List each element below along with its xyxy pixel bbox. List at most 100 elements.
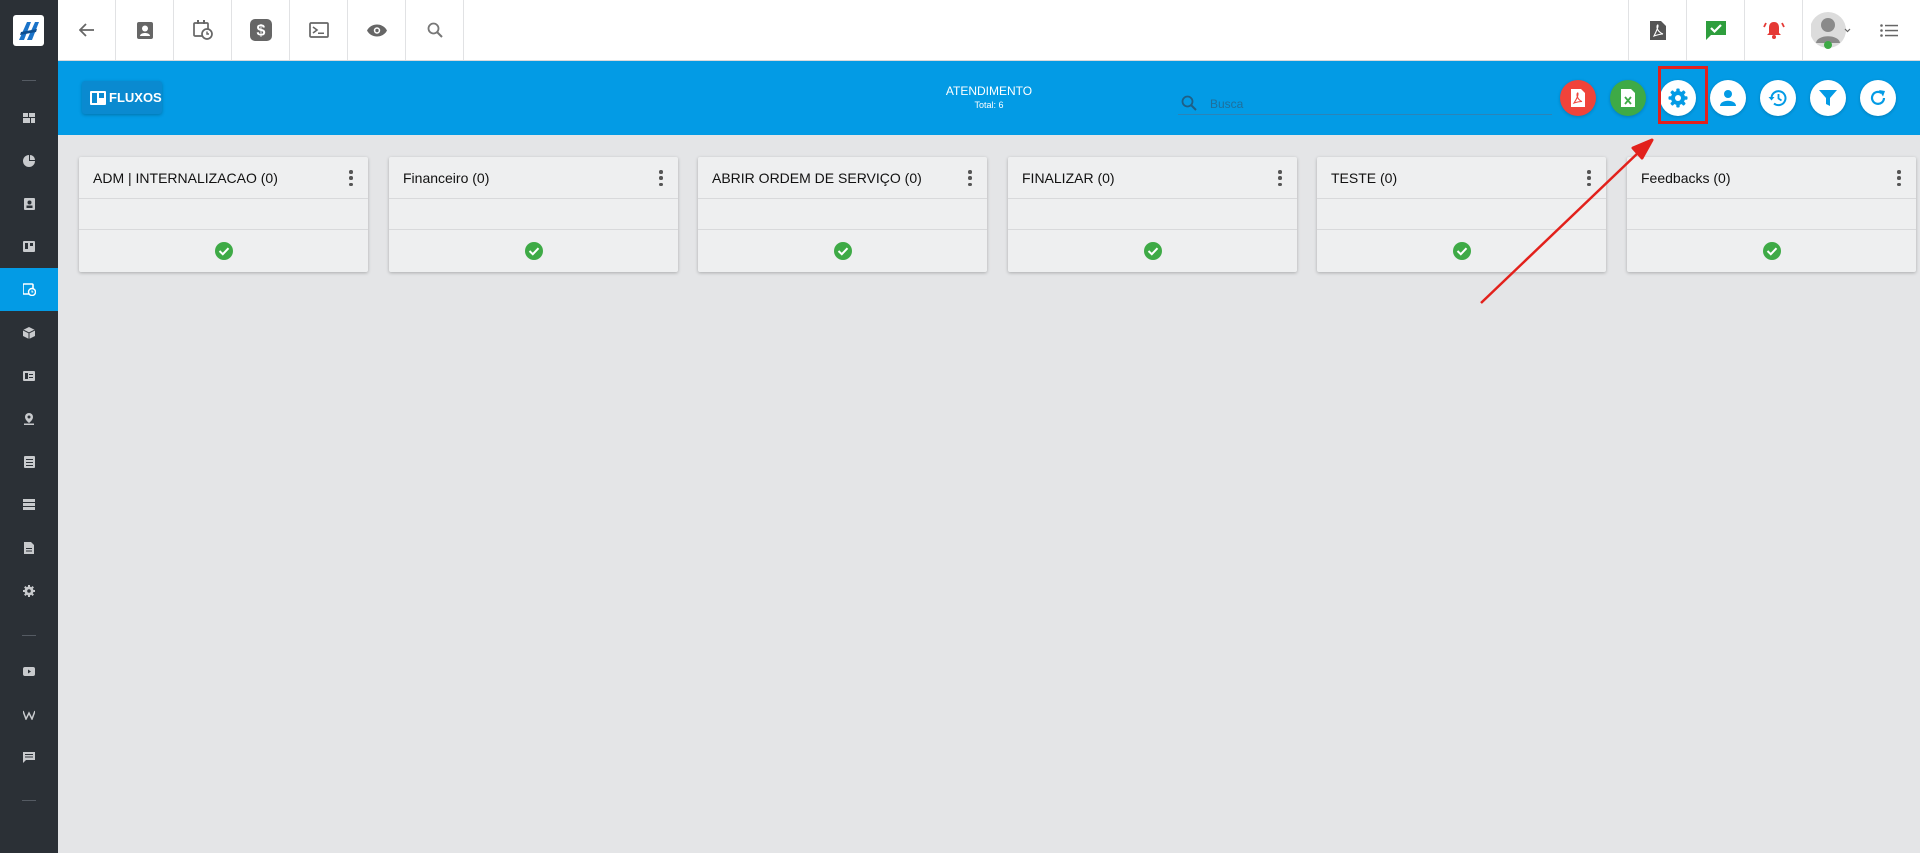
logo-icon [18,21,39,40]
calendar-clock-icon [22,283,36,296]
sidebar-item-products[interactable] [0,311,58,354]
svg-text:$: $ [256,23,265,40]
chat-icon [23,752,35,763]
map-pin-icon [24,412,34,425]
main-menu-button[interactable] [1858,0,1920,60]
search-icon [1181,95,1197,111]
check-circle-icon[interactable] [1452,241,1471,260]
refresh-icon [1870,90,1886,105]
column-header: ABRIR ORDEM DE SERVIÇO (0) [698,157,987,199]
terminal-button[interactable] [290,0,348,60]
column-header: FINALIZAR (0) [1008,157,1297,199]
column-title: Financeiro (0) [403,169,490,186]
sidebar-item-wiki[interactable] [0,693,58,736]
export-pdf-icon [1571,89,1585,107]
back-arrow-icon [78,23,94,37]
messages-button[interactable] [1686,0,1744,60]
server-icon [23,499,35,510]
export-pdf-button[interactable] [1560,80,1596,116]
sidebar-item-chat[interactable] [0,736,58,779]
check-circle-icon[interactable] [524,241,543,260]
column-footer [389,230,678,271]
view-button[interactable] [348,0,406,60]
column-title: ABRIR ORDEM DE SERVIÇO (0) [712,169,922,186]
sidebar-item-youtube[interactable] [0,650,58,693]
sidebar-item-atendimento[interactable] [0,268,58,311]
sidebar-item-dashboard[interactable] [0,96,58,139]
column-header: Financeiro (0) [389,157,678,199]
alarm-bell-icon [1762,22,1785,39]
column-menu-button[interactable] [658,170,664,186]
sidebar [0,0,58,853]
sidebar-item-kanban[interactable] [0,225,58,268]
column-menu-button[interactable] [348,170,354,186]
finance-button[interactable]: $ [232,0,290,60]
check-circle-icon[interactable] [1762,241,1781,260]
search-box [1178,93,1552,115]
pdf-icon [1649,20,1666,40]
search-icon [427,22,443,38]
export-excel-button[interactable] [1610,80,1646,116]
calendar-clock-icon [192,20,213,40]
history-button[interactable] [1760,80,1796,116]
document-icon [24,541,34,554]
chat-check-icon [1705,20,1726,40]
eye-icon [366,24,387,36]
schedule-button[interactable] [174,0,232,60]
terminal-icon [308,22,329,38]
sidebar-item-list[interactable] [0,440,58,483]
settings-highlight-box [1658,66,1708,124]
column-cards-area [389,199,678,230]
column-menu-button[interactable] [1586,170,1592,186]
board-column[interactable]: FINALIZAR (0) [1008,157,1297,272]
pdf-report-button[interactable] [1628,0,1686,60]
column-menu-button[interactable] [1277,170,1283,186]
sidebar-divider [22,635,36,636]
board-header: FLUXOS ATENDIMENTO Total: 6 [58,61,1920,135]
dashboard-icon [23,112,35,123]
menu-list-icon [1880,23,1898,37]
sidebar-item-settings[interactable] [0,569,58,612]
column-header: TESTE (0) [1317,157,1606,199]
sidebar-item-documents[interactable] [0,526,58,569]
kanban-icon [23,241,35,252]
check-circle-icon[interactable] [1143,241,1162,260]
board-column[interactable]: ABRIR ORDEM DE SERVIÇO (0) [698,157,987,272]
column-cards-area [1627,199,1916,230]
check-circle-icon[interactable] [833,241,852,260]
filter-button[interactable] [1810,80,1846,116]
sidebar-item-servers[interactable] [0,483,58,526]
sidebar-item-reports[interactable] [0,139,58,182]
board-column[interactable]: Financeiro (0) [389,157,678,272]
app-logo[interactable] [13,15,44,46]
board-column[interactable]: ADM | INTERNALIZACAO (0) [79,157,368,272]
sidebar-item-contacts[interactable] [0,182,58,225]
top-toolbar: $ [58,0,1920,61]
column-cards-area [698,199,987,230]
contact-icon [136,21,153,39]
search-button[interactable] [406,0,464,60]
search-input[interactable] [1210,95,1540,113]
check-circle-icon[interactable] [214,241,233,260]
column-footer [1627,230,1916,271]
column-header: Feedbacks (0) [1627,157,1916,199]
sidebar-item-map[interactable] [0,397,58,440]
column-footer [698,230,987,271]
user-menu[interactable] [1802,0,1858,60]
column-menu-button[interactable] [1896,170,1902,186]
column-cards-area [1008,199,1297,230]
column-header: ADM | INTERNALIZACAO (0) [79,157,368,199]
pie-chart-icon [23,154,35,167]
user-button[interactable] [1710,80,1746,116]
column-menu-button[interactable] [967,170,973,186]
alerts-button[interactable] [1744,0,1802,60]
column-cards-area [79,199,368,230]
board-column[interactable]: Feedbacks (0) [1627,157,1916,272]
back-button[interactable] [58,0,116,60]
column-title: FINALIZAR (0) [1022,169,1115,186]
contacts-button[interactable] [116,0,174,60]
sidebar-item-tickets[interactable] [0,354,58,397]
column-cards-area [1317,199,1606,230]
refresh-button[interactable] [1860,80,1896,116]
board-column[interactable]: TESTE (0) [1317,157,1606,272]
